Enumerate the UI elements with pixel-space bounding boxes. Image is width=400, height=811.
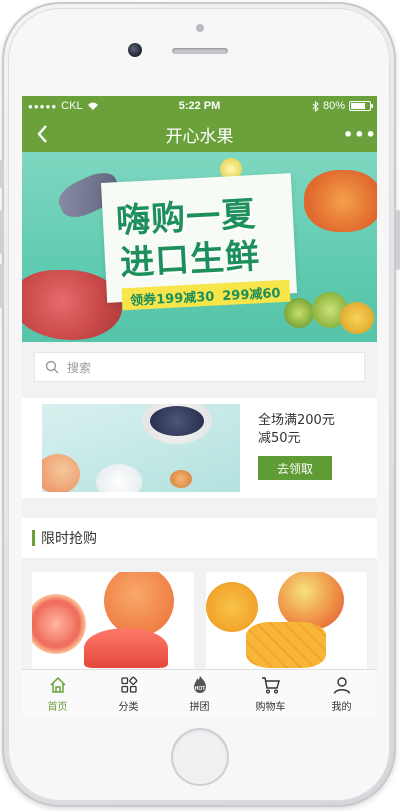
power-button	[396, 210, 400, 270]
gold-kiwi-image	[340, 302, 374, 334]
coupon-1: 领券199减30	[129, 289, 215, 309]
grapefruit-half-image	[32, 594, 86, 654]
flash-sale-header: 限时抢购	[22, 518, 377, 558]
bluetooth-icon	[312, 100, 319, 112]
page-title: 开心水果	[165, 126, 234, 147]
promo-text: 全场满200元 减50元	[258, 412, 335, 448]
section-accent-bar	[32, 530, 35, 546]
plate-image	[96, 464, 142, 492]
search-icon	[45, 360, 59, 374]
svg-text:HOT: HOT	[194, 686, 205, 692]
banner-subheadline: 进口生鲜	[119, 236, 262, 284]
prawns-image	[304, 170, 377, 232]
search-section: 搜索	[22, 342, 377, 392]
peach-image	[42, 454, 80, 492]
tab-label: 购物车	[255, 701, 286, 713]
promo-line-2: 减50元	[258, 431, 301, 446]
tab-group-buy[interactable]: HOT 拼团	[164, 670, 235, 717]
bottom-tab-bar: 首页 分类 HOT 拼团 购物车 我的	[22, 669, 377, 717]
tab-label: 首页	[47, 701, 68, 713]
coupon-promo: 全场满200元 减50元 去领取	[22, 398, 377, 498]
mango-cubes-image	[245, 622, 326, 668]
promo-line-1: 全场满200元	[258, 413, 335, 428]
claim-coupon-button[interactable]: 去领取	[258, 456, 332, 480]
flash-sale-title: 限时抢购	[41, 531, 97, 547]
coupon-2: 299减60	[221, 285, 281, 304]
user-icon	[333, 676, 350, 694]
blueberries-image	[42, 404, 240, 492]
nav-bar: 开心水果 •••	[22, 116, 377, 152]
wifi-icon	[87, 102, 98, 110]
apricot-image	[170, 470, 192, 488]
search-input[interactable]: 搜索	[34, 352, 365, 382]
chevron-left-icon[interactable]	[32, 122, 56, 146]
grapefruit-image	[104, 572, 174, 636]
category-grid-icon	[120, 676, 137, 693]
signal-dots-icon: ●●●●●	[28, 101, 58, 111]
mango-half-image	[205, 582, 258, 632]
hot-fire-icon: HOT	[193, 675, 206, 693]
earpiece-speaker	[172, 48, 228, 54]
search-placeholder: 搜索	[67, 360, 92, 375]
kiwi-image	[284, 298, 314, 328]
tab-cart[interactable]: 购物车	[235, 670, 306, 717]
app-screen: ●●●●● CKL 5:22 PM 80% 开心水果 ••• 嗨购一夏 进口生鲜…	[22, 96, 377, 717]
battery-icon	[349, 101, 373, 111]
home-icon	[49, 676, 66, 693]
promo-banner[interactable]: 嗨购一夏 进口生鲜 领券199减30 299减60	[22, 152, 377, 342]
grapefruit-slice-image	[84, 628, 168, 668]
carrier-label: CKL	[61, 100, 83, 112]
home-button[interactable]	[171, 728, 229, 786]
battery-percent: 80%	[322, 100, 345, 112]
front-camera	[128, 43, 142, 57]
status-bar: ●●●●● CKL 5:22 PM 80%	[22, 96, 377, 116]
tab-category[interactable]: 分类	[93, 670, 164, 717]
proximity-sensor	[196, 24, 204, 32]
mute-switch	[0, 160, 4, 188]
volume-up-button	[0, 210, 4, 254]
cart-icon	[261, 676, 280, 694]
blueberry-pile	[150, 406, 204, 436]
tab-label: 我的	[331, 701, 352, 713]
volume-down-button	[0, 264, 4, 308]
tab-profile[interactable]: 我的	[306, 670, 377, 717]
tab-home[interactable]: 首页	[22, 670, 93, 717]
tab-label: 分类	[118, 701, 139, 713]
tab-label: 拼团	[189, 701, 210, 713]
more-dots-icon[interactable]: •••	[343, 125, 376, 144]
